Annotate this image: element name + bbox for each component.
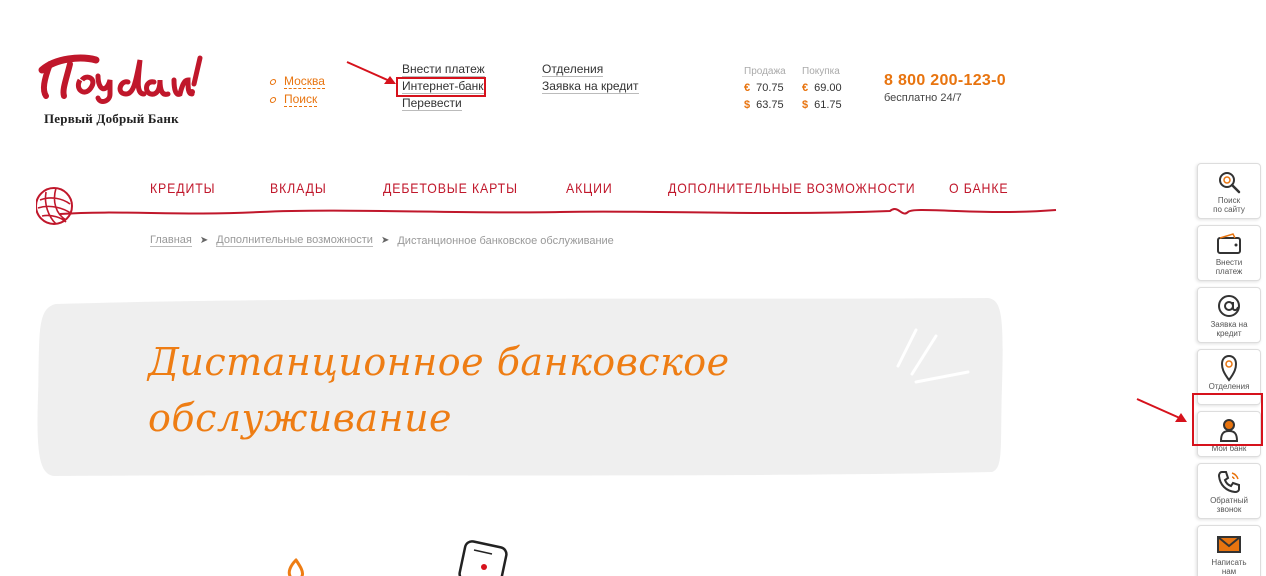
branches-link[interactable]: Отделения (542, 62, 639, 79)
flame-icon (287, 558, 304, 576)
city-search-links: Москва Поиск (269, 73, 325, 109)
logo-lettering (38, 54, 203, 104)
main-nav: КРЕДИТЫ ВКЛАДЫ ДЕБЕТОВЫЕ КАРТЫ АКЦИИ ДОП… (0, 180, 1060, 198)
bullet-icon (269, 79, 277, 85)
logo-subtitle: Первый Добрый Банк (44, 111, 179, 126)
envelope-icon (1214, 530, 1244, 558)
bank-logo[interactable]: Первый Добрый Банк (36, 50, 206, 130)
euro-icon: € (744, 82, 751, 94)
breadcrumb-current: Дистанционное банковское обслуживание (397, 234, 614, 247)
sell-header: Продажа (744, 66, 786, 77)
buy-header: Покупка (802, 66, 840, 77)
breadcrumb: Главная ➤ Дополнительные возможности ➤ Д… (150, 234, 614, 247)
quick-links-col2: Отделения Заявка на кредит (542, 62, 639, 96)
annotation-arrow-icon (1136, 398, 1187, 422)
rate-row-usd: $63.75 $61.75 (744, 99, 842, 111)
smartphone-icon (458, 540, 508, 576)
phone-call-icon (1214, 468, 1244, 496)
nav-deposits[interactable]: ВКЛАДЫ (270, 180, 327, 196)
toolbar-search-button[interactable]: Поиск по сайту (1197, 163, 1261, 219)
annotation-arrow-icon (346, 61, 396, 84)
hotline-note: бесплатно 24/7 (884, 92, 962, 104)
hotline: 8 800 200-123-0 бесплатно 24/7 (884, 72, 1006, 104)
highlight-box-my-bank (1192, 393, 1263, 446)
credit-application-link[interactable]: Заявка на кредит (542, 79, 639, 96)
hotline-number[interactable]: 8 800 200-123-0 (884, 72, 1006, 90)
dollar-icon: $ (744, 99, 751, 111)
page-title: Дистанционное банковское обслуживание (148, 340, 730, 440)
breadcrumb-section[interactable]: Дополнительные возможности (216, 234, 373, 247)
chevron-right-icon: ➤ (380, 235, 390, 246)
breadcrumb-home[interactable]: Главная (150, 234, 192, 247)
toolbar-payment-button[interactable]: Внести платеж (1197, 225, 1261, 281)
toolbar-write-us-button[interactable]: Написать нам (1197, 525, 1261, 576)
nav-credits[interactable]: КРЕДИТЫ (150, 180, 215, 196)
search-icon (1214, 168, 1244, 196)
right-toolbar: Поиск по сайту Внести платеж Заявка на к… (1197, 163, 1263, 576)
at-icon (1214, 292, 1244, 320)
search-link[interactable]: Поиск (269, 91, 325, 109)
toolbar-credit-request-button[interactable]: Заявка на кредит (1197, 287, 1261, 343)
dollar-icon: $ (802, 99, 809, 111)
nav-debit-cards[interactable]: ДЕБЕТОВЫЕ КАРТЫ (383, 180, 518, 196)
transfer-link[interactable]: Перевести (402, 96, 485, 113)
nav-thread-line (60, 208, 1057, 215)
toolbar-callback-button[interactable]: Обратный звонок (1197, 463, 1261, 519)
euro-icon: € (802, 82, 809, 94)
city-select-link[interactable]: Москва (269, 73, 325, 91)
nav-about[interactable]: О БАНКЕ (949, 180, 1008, 196)
map-pin-icon (1214, 354, 1244, 382)
highlight-box-internet-bank (396, 77, 486, 97)
nav-promotions[interactable]: АКЦИИ (566, 180, 613, 196)
chevron-right-icon: ➤ (199, 235, 209, 246)
nav-extra-features[interactable]: ДОПОЛНИТЕЛЬНЫЕ ВОЗМОЖНОСТИ (668, 180, 915, 196)
bullet-icon (269, 97, 277, 103)
exchange-rates: Продажа Покупка €70.75 €69.00 $63.75 $61… (744, 66, 860, 111)
wallet-icon (1214, 230, 1244, 258)
rate-row-eur: €70.75 €69.00 (744, 82, 842, 94)
